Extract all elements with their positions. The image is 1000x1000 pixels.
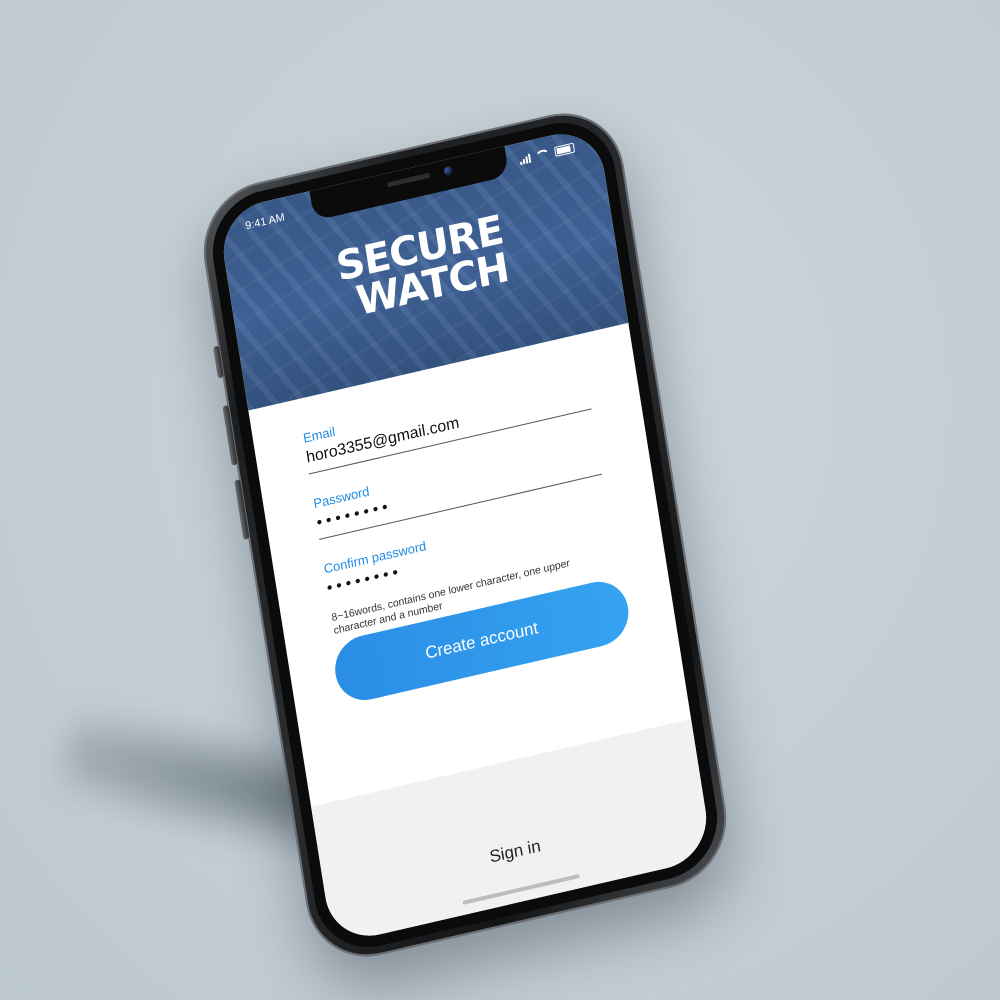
phone-frame: 9:41 AM SECURE WATCH Email horo3355@gmai…: [194, 100, 736, 970]
status-icons: [519, 142, 576, 166]
wifi-icon: [534, 148, 551, 162]
phone-device: 9:41 AM SECURE WATCH Email horo3355@gmai…: [194, 100, 736, 970]
front-camera: [443, 165, 454, 177]
silent-switch: [213, 345, 224, 379]
volume-up-button: [222, 404, 238, 466]
app-logo: SECURE WATCH: [227, 186, 619, 349]
volume-down-button: [234, 479, 250, 540]
speaker-grille: [386, 172, 431, 188]
battery-icon: [554, 142, 576, 157]
app-screen: 9:41 AM SECURE WATCH Email horo3355@gmai…: [216, 124, 714, 946]
signal-icon: [519, 153, 532, 166]
scene: 9:41 AM SECURE WATCH Email horo3355@gmai…: [0, 0, 1000, 1000]
status-time: 9:41 AM: [244, 211, 286, 233]
